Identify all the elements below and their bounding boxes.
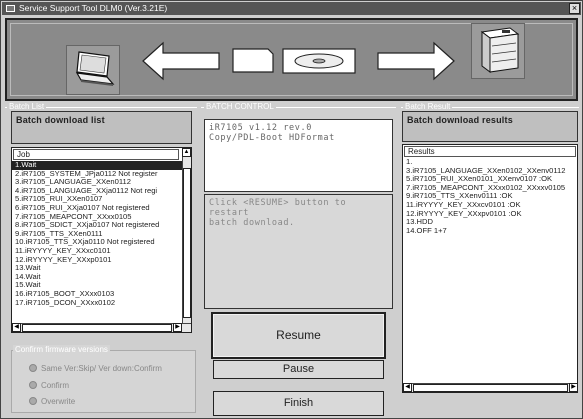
radio-icon: [29, 381, 37, 389]
finish-button[interactable]: Finish: [213, 391, 384, 416]
title-bar: Service Support Tool DLM0 (Ver.3.21E) ×: [2, 2, 581, 15]
scroll-up-icon[interactable]: ▲: [182, 148, 191, 157]
batch-list-group-label: Batch List: [7, 102, 47, 111]
radio-icon: [29, 397, 37, 405]
radio-same-ver[interactable]: Same Ver:Skip/ Ver down:Confirm: [29, 364, 162, 373]
batch-control-group-label: BATCH CONTROL: [204, 102, 276, 111]
batch-list-title: Batch download list: [11, 111, 192, 144]
device-info-box: iR7105 v1.12 rev.0 Copy/PDL-Boot HDForma…: [204, 119, 393, 192]
scroll-right-icon[interactable]: ▶: [569, 383, 577, 392]
scroll-left-icon[interactable]: ◀: [403, 383, 412, 392]
memory-card-icon: [232, 48, 274, 73]
batch-result-hscroll[interactable]: ◀ ▶: [403, 383, 577, 392]
batch-list-hscroll[interactable]: ◀ ▶: [12, 323, 191, 332]
batch-result-title: Batch download results: [402, 111, 578, 142]
window-title: Service Support Tool DLM0 (Ver.3.21E): [19, 3, 168, 13]
scroll-left-icon[interactable]: ◀: [12, 323, 21, 332]
status-message-box: Click <RESUME> button to restart batch d…: [204, 194, 393, 309]
radio-icon: [29, 364, 37, 372]
app-window: Service Support Tool DLM0 (Ver.3.21E) ×: [0, 0, 583, 419]
batch-list-box[interactable]: Job 1.Wait 2.iR7105_SYSTEM_JPja0112 Not r…: [11, 147, 192, 333]
transfer-arrows: [142, 41, 455, 81]
batch-result-rows: 1. 3.iR7105_LANGUAGE_XXen0102_XXenv0112 5.…: [403, 157, 577, 236]
printer-icon: [471, 23, 525, 79]
pause-button[interactable]: Pause: [213, 360, 384, 379]
batch-list-vscroll[interactable]: ▲: [182, 148, 191, 323]
scroll-thumb[interactable]: [183, 168, 191, 318]
app-icon: [6, 5, 15, 12]
close-button[interactable]: ×: [569, 3, 580, 14]
batch-result-column-header[interactable]: Results: [404, 146, 576, 157]
list-item[interactable]: 17.iR7105_DCON_XXxx0102: [12, 298, 191, 308]
scroll-right-icon[interactable]: ▶: [173, 323, 182, 332]
confirm-versions-label: Confirm firmware versions: [13, 345, 110, 354]
batch-list-rows: 1.Wait 2.iR7105_SYSTEM_JPja0112 Not regis…: [12, 160, 191, 308]
radio-confirm[interactable]: Confirm: [29, 381, 69, 390]
hscroll-thumb[interactable]: [413, 384, 568, 392]
list-item[interactable]: 14.OFF 1+7: [403, 226, 577, 236]
batch-result-group-label: Batch Result: [403, 102, 453, 111]
hscroll-thumb[interactable]: [22, 324, 172, 332]
radio-overwrite[interactable]: Overwrite: [29, 397, 75, 406]
disc-icon: [282, 48, 356, 74]
resume-button[interactable]: Resume: [211, 312, 386, 359]
batch-result-box[interactable]: Results 1. 3.iR7105_LANGUAGE_XXen0102_XXe…: [402, 144, 578, 393]
batch-list-column-header[interactable]: Job: [13, 149, 179, 160]
laptop-icon: [66, 45, 120, 95]
